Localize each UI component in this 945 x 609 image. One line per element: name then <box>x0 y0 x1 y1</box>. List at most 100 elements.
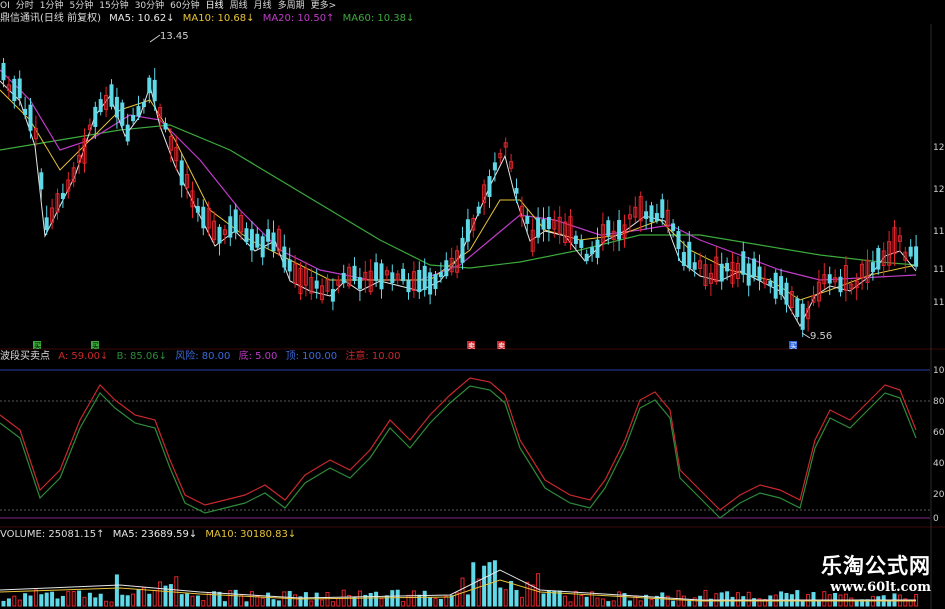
volume-bar <box>563 595 568 607</box>
volume-bar <box>649 599 654 607</box>
candle-body <box>330 288 335 302</box>
volume-bar <box>222 601 227 607</box>
volume-bar <box>476 578 481 607</box>
volume-bar <box>330 601 335 607</box>
candle-body <box>228 216 233 238</box>
candle-body <box>114 96 119 118</box>
price-tick-1: 12 <box>933 143 944 153</box>
volume-bar <box>60 595 65 607</box>
volume-bar <box>660 592 665 607</box>
volume-bar <box>244 601 249 607</box>
candle-body <box>595 239 600 258</box>
watermark-url: www.60lt.com <box>830 580 931 595</box>
candle-body <box>314 280 319 289</box>
candle-body <box>514 188 519 194</box>
volume-bar <box>125 595 130 607</box>
candle-body <box>401 268 406 282</box>
candle-body <box>23 108 28 115</box>
watermark-title: 乐淘公式网 <box>821 553 931 578</box>
candle-body <box>17 78 22 99</box>
price-axis: 12 12 11 11 11 <box>933 143 944 308</box>
volume-bar <box>282 591 287 607</box>
candle-body <box>752 258 757 278</box>
volume-bar <box>595 597 600 607</box>
candle-body <box>784 282 789 305</box>
volume-bar <box>6 598 11 607</box>
candle-body <box>39 172 44 190</box>
candle-body <box>44 217 49 231</box>
site-watermark: 乐淘公式网 www.60lt.com <box>821 553 931 597</box>
candle-body <box>93 106 98 127</box>
signal-buy-2: 买 <box>92 342 99 350</box>
volume-bar <box>320 599 325 607</box>
volume-bar <box>671 600 676 607</box>
volume-bar <box>325 591 330 607</box>
candle-body <box>125 124 130 142</box>
candle-body <box>109 84 114 107</box>
candle-body <box>617 220 622 240</box>
volume-bar <box>77 590 82 607</box>
volume-bar <box>336 598 341 607</box>
candle-body <box>795 298 800 317</box>
volume-bar <box>174 576 179 607</box>
volume-bar <box>39 594 44 607</box>
candle-body <box>379 263 384 290</box>
candle-body <box>422 265 427 290</box>
volume-bar <box>617 591 622 607</box>
indicator-line-b <box>0 385 917 519</box>
candle-body <box>838 276 843 293</box>
volume-bar <box>255 595 260 607</box>
volume-bar <box>779 591 784 607</box>
volume-bar <box>260 597 265 607</box>
candle-body <box>271 232 276 252</box>
ma5-line <box>0 80 917 328</box>
signal-sell-2: 卖 <box>498 342 505 350</box>
volume-bar <box>568 601 573 607</box>
volume-bar <box>811 592 816 607</box>
volume-bar <box>390 590 395 607</box>
volume-bar <box>87 592 92 607</box>
volume-bar <box>185 593 190 607</box>
stock-chart[interactable]: 13.45 9.56 买 买 卖 卖 买 12 12 11 11 11 10 8… <box>0 0 945 609</box>
candle-body <box>266 229 271 242</box>
volume-bar <box>422 590 427 607</box>
volume-bar <box>239 595 244 607</box>
candle-body <box>1 62 6 81</box>
candle-body <box>546 217 551 229</box>
volume-bar <box>406 594 411 607</box>
volume-bar <box>552 591 557 607</box>
volume-bar <box>428 597 433 607</box>
candle-body <box>460 237 465 263</box>
indicator-tick-5: 20 <box>933 490 945 500</box>
candle-body <box>654 213 659 222</box>
volume-bar <box>579 594 584 607</box>
volume-bar <box>233 589 238 607</box>
volume-bar <box>28 595 33 607</box>
volume-bar <box>82 596 87 607</box>
candle-body <box>141 102 146 108</box>
candle-body <box>374 262 379 281</box>
volume-bar <box>725 591 730 607</box>
candle-body <box>870 262 875 273</box>
volume-bar <box>17 599 22 607</box>
signal-buy-1: 买 <box>34 342 41 350</box>
candle-body <box>60 192 65 199</box>
candle-body <box>660 199 665 218</box>
volume-bar <box>104 600 109 607</box>
candle-body <box>584 253 589 262</box>
volume-bar <box>249 591 254 607</box>
candle-body <box>779 276 784 295</box>
volume-bar <box>854 601 859 607</box>
volume-bar <box>201 600 206 607</box>
candle-body <box>131 115 136 122</box>
high-price-label: 13.45 <box>160 31 189 42</box>
low-price-label: 9.56 <box>810 331 832 342</box>
volume-bar <box>217 591 222 607</box>
volume-bar <box>93 597 98 607</box>
candle-body <box>525 216 530 224</box>
volume-bar <box>611 600 616 607</box>
volume-bar <box>66 591 71 607</box>
volume-bar <box>276 600 281 607</box>
candle-body <box>433 274 438 290</box>
candle-body <box>120 102 125 126</box>
